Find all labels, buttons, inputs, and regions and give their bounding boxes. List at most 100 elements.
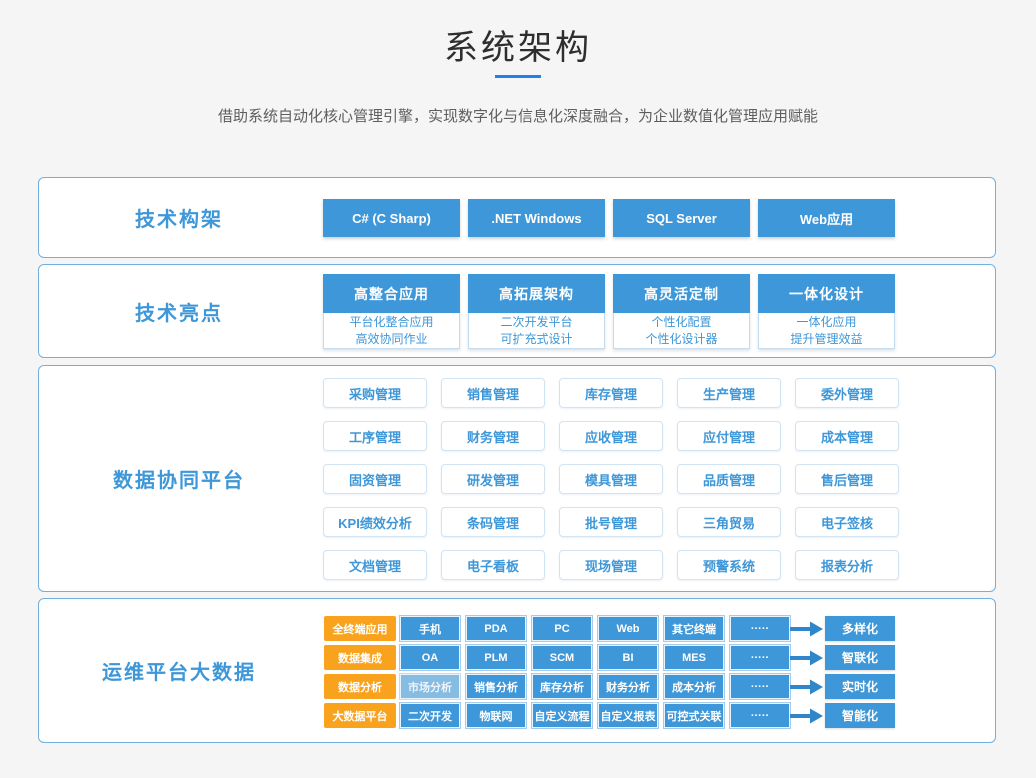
highlight-line: 提升管理效益	[790, 331, 862, 348]
ops-category-tag[interactable]: 数据分析	[324, 674, 396, 699]
ops-item-chip[interactable]: BI	[598, 645, 658, 670]
ops-item-chip[interactable]: 销售分析	[466, 674, 526, 699]
ops-item-chip[interactable]: PLM	[466, 645, 526, 670]
section-tech-highlights: 技术亮点 高整合应用 平台化整合应用 高效协同作业 高拓展架构 二次开发平台 可…	[38, 264, 996, 358]
module-chip[interactable]: KPI绩效分析	[323, 507, 427, 537]
arrow-right-icon	[790, 621, 824, 637]
module-chip[interactable]: 条码管理	[441, 507, 545, 537]
tech-button-sqlserver[interactable]: SQL Server	[613, 199, 750, 237]
ops-item-chip[interactable]: PDA	[466, 616, 526, 641]
highlight-line: 个性化配置	[651, 314, 711, 331]
ops-category-tag[interactable]: 大数据平台	[324, 703, 396, 728]
tech-button-web[interactable]: Web应用	[758, 199, 895, 237]
ops-item-chip[interactable]: 市场分析	[400, 674, 460, 699]
highlight-card: 一体化设计 一体化应用 提升管理效益	[758, 274, 895, 349]
ops-item-chip[interactable]: PC	[532, 616, 592, 641]
ops-item-chip-ellipsis[interactable]: ·····	[730, 703, 790, 728]
ops-result-chip[interactable]: 多样化	[825, 616, 895, 641]
section-ops-platform: 运维平台大数据 全终端应用 手机 PDA PC Web 其它终端 ····· 多…	[38, 598, 996, 743]
highlight-card-body: 二次开发平台 可扩充式设计	[468, 313, 605, 349]
section-label-column: 技术构架	[39, 178, 319, 257]
title-underline	[495, 75, 541, 78]
page-subtitle: 借助系统自动化核心管理引擎，实现数字化与信息化深度融合，为企业数值化管理应用赋能	[0, 105, 1036, 126]
highlight-card-header: 高拓展架构	[468, 274, 605, 313]
section-tech-framework-label: 技术构架	[135, 203, 223, 232]
section-data-platform: 数据协同平台 采购管理 销售管理 库存管理 生产管理 委外管理 工序管理 财务管…	[38, 365, 996, 592]
highlight-card: 高拓展架构 二次开发平台 可扩充式设计	[468, 274, 605, 349]
ops-item-chip[interactable]: Web	[598, 616, 658, 641]
ops-item-chip[interactable]: 其它终端	[664, 616, 724, 641]
arrow-right-icon	[790, 650, 824, 666]
ops-row-terminals: 全终端应用 手机 PDA PC Web 其它终端 ····· 多样化	[39, 616, 995, 641]
ops-row-integration: 数据集成 OA PLM SCM BI MES ····· 智联化	[39, 645, 995, 670]
module-chip[interactable]: 三角贸易	[677, 507, 781, 537]
ops-item-chip[interactable]: 二次开发	[400, 703, 460, 728]
module-chip[interactable]: 库存管理	[559, 378, 663, 408]
module-chip[interactable]: 财务管理	[441, 421, 545, 451]
highlight-card-header: 高整合应用	[323, 274, 460, 313]
module-chip[interactable]: 固资管理	[323, 464, 427, 494]
ops-item-chip[interactable]: MES	[664, 645, 724, 670]
tech-button-csharp[interactable]: C# (C Sharp)	[323, 199, 460, 237]
module-chip[interactable]: 电子看板	[441, 550, 545, 580]
module-chip[interactable]: 生产管理	[677, 378, 781, 408]
ops-category-tag[interactable]: 全终端应用	[324, 616, 396, 641]
ops-category-tag[interactable]: 数据集成	[324, 645, 396, 670]
highlight-line: 可扩充式设计	[500, 331, 572, 348]
ops-item-chip-ellipsis[interactable]: ·····	[730, 616, 790, 641]
highlight-card-body: 个性化配置 个性化设计器	[613, 313, 750, 349]
module-chip[interactable]: 现场管理	[559, 550, 663, 580]
module-chip[interactable]: 成本管理	[795, 421, 899, 451]
highlight-line: 个性化设计器	[645, 331, 717, 348]
ops-item-chip[interactable]: SCM	[532, 645, 592, 670]
arrow-right-icon	[790, 708, 824, 724]
module-chip[interactable]: 应付管理	[677, 421, 781, 451]
module-chip[interactable]: 批号管理	[559, 507, 663, 537]
ops-item-chip[interactable]: 自定义流程	[532, 703, 592, 728]
module-chip[interactable]: 模具管理	[559, 464, 663, 494]
ops-result-chip[interactable]: 实时化	[825, 674, 895, 699]
module-chip[interactable]: 工序管理	[323, 421, 427, 451]
ops-item-chip[interactable]: 财务分析	[598, 674, 658, 699]
ops-result-chip[interactable]: 智能化	[825, 703, 895, 728]
ops-item-chip[interactable]: 库存分析	[532, 674, 592, 699]
module-chip[interactable]: 预警系统	[677, 550, 781, 580]
ops-item-chip[interactable]: 物联网	[466, 703, 526, 728]
highlight-line: 一体化应用	[796, 314, 856, 331]
ops-row-analysis: 数据分析 市场分析 销售分析 库存分析 财务分析 成本分析 ····· 实时化	[39, 674, 995, 699]
ops-row-bigdata: 大数据平台 二次开发 物联网 自定义流程 自定义报表 可控式关联 ····· 智…	[39, 703, 995, 728]
highlight-line: 二次开发平台	[500, 314, 572, 331]
ops-item-chip[interactable]: OA	[400, 645, 460, 670]
ops-item-chip[interactable]: 自定义报表	[598, 703, 658, 728]
module-chip[interactable]: 报表分析	[795, 550, 899, 580]
ops-item-chip[interactable]: 手机	[400, 616, 460, 641]
module-chip[interactable]: 销售管理	[441, 378, 545, 408]
ops-item-chip[interactable]: 可控式关联	[664, 703, 724, 728]
ops-item-chip-ellipsis[interactable]: ·····	[730, 674, 790, 699]
highlight-line: 平台化整合应用	[349, 314, 433, 331]
module-chip[interactable]: 委外管理	[795, 378, 899, 408]
highlight-card-body: 一体化应用 提升管理效益	[758, 313, 895, 349]
highlight-card-body: 平台化整合应用 高效协同作业	[323, 313, 460, 349]
tech-button-dotnet[interactable]: .NET Windows	[468, 199, 605, 237]
ops-item-chip[interactable]: 成本分析	[664, 674, 724, 699]
module-chip[interactable]: 品质管理	[677, 464, 781, 494]
section-label-column: 数据协同平台	[39, 366, 319, 591]
highlight-line: 高效协同作业	[355, 331, 427, 348]
highlight-card-header: 一体化设计	[758, 274, 895, 313]
module-chip[interactable]: 研发管理	[441, 464, 545, 494]
section-tech-highlights-label: 技术亮点	[135, 297, 223, 326]
section-data-platform-label: 数据协同平台	[113, 464, 245, 493]
page-title: 系统架构	[0, 20, 1036, 69]
module-chip[interactable]: 文档管理	[323, 550, 427, 580]
ops-result-chip[interactable]: 智联化	[825, 645, 895, 670]
module-chip[interactable]: 电子签核	[795, 507, 899, 537]
module-chip[interactable]: 采购管理	[323, 378, 427, 408]
module-chip[interactable]: 应收管理	[559, 421, 663, 451]
module-chip[interactable]: 售后管理	[795, 464, 899, 494]
highlight-card-header: 高灵活定制	[613, 274, 750, 313]
page: 系统架构 借助系统自动化核心管理引擎，实现数字化与信息化深度融合，为企业数值化管…	[0, 0, 1036, 778]
ops-item-chip-ellipsis[interactable]: ·····	[730, 645, 790, 670]
highlight-card: 高整合应用 平台化整合应用 高效协同作业	[323, 274, 460, 349]
section-label-column: 技术亮点	[39, 265, 319, 357]
